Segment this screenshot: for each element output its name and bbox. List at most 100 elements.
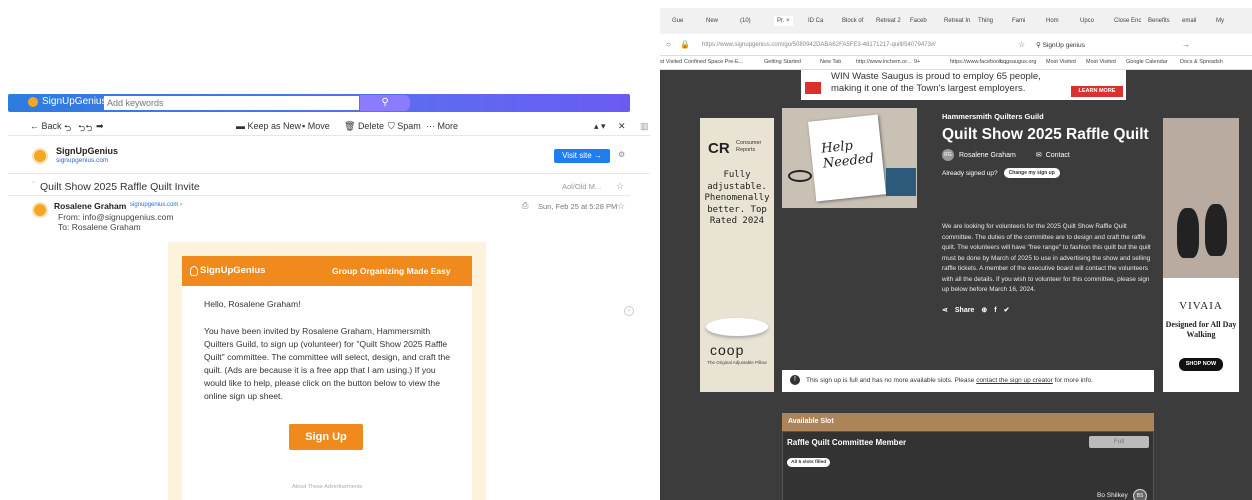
lock-icon: 🔒 xyxy=(680,40,690,49)
browser-tab[interactable]: Gue xyxy=(672,18,683,24)
browser-pane: Gue New (10) Pr. × ID Ca Block of Retreat 2 Fac… xyxy=(660,8,1252,500)
ad-banner[interactable]: WIN Waste Saugus is proud to employ 65 p… xyxy=(801,70,1126,100)
scroll-right-icon[interactable]: › xyxy=(624,306,634,316)
signup-title: Quilt Show 2025 Raffle Quilt xyxy=(942,126,1149,143)
facebook-icon[interactable]: f xyxy=(994,306,996,317)
left-ad-text: Fully adjustable. Phenomenally better. T… xyxy=(704,170,770,226)
share-label[interactable]: Share xyxy=(955,306,974,317)
keep-label: Keep as New xyxy=(247,121,302,131)
folder-label[interactable]: Aol/Old M... xyxy=(562,182,601,191)
search-button[interactable]: ⚲ xyxy=(360,95,410,111)
url-bar: ○ 🔒 https://www.signupgenius.com/go/5080… xyxy=(660,34,1252,56)
signup-page: WIN Waste Saugus is proud to employ 65 p… xyxy=(660,70,1252,500)
browser-tab[interactable]: My xyxy=(1216,18,1224,24)
back-button[interactable]: ← Back xyxy=(30,121,62,131)
email-pane: SignUpGenius ⚲ ← Back ⮌ ⮌⮌ ➡ ▬ Keep as N… xyxy=(8,94,650,500)
shoes-image xyxy=(1163,118,1239,278)
search-box[interactable]: ⚲ SignUp genius xyxy=(1032,38,1192,52)
back-nav-icon[interactable]: ○ xyxy=(666,40,671,49)
print-icon[interactable]: ⎙ xyxy=(522,201,528,211)
email-card-inner: SignUpGenius Group Organizing Made Easy … xyxy=(182,256,472,500)
browser-tab[interactable]: Hom xyxy=(1046,18,1059,24)
layout-icon[interactable]: ▥ xyxy=(640,121,649,132)
logo-icon xyxy=(28,96,38,107)
twitter-icon[interactable]: ✔ xyxy=(1004,306,1010,317)
message-star-icon[interactable]: ☆ xyxy=(617,201,625,212)
browser-tab[interactable]: (10) xyxy=(740,18,751,24)
unread-dot-icon: ° xyxy=(32,181,35,188)
browser-tab[interactable]: Thing xyxy=(978,18,993,24)
bookmark-item[interactable]: Confined Space Pre-E... xyxy=(684,59,743,65)
browser-tab[interactable]: Faceb xyxy=(910,18,927,24)
bookmark-item[interactable]: https://www.facebook... xyxy=(950,59,1007,65)
bookmarks-bar: st Visited Confined Space Pre-E... Getting… xyxy=(660,56,1252,70)
browser-tab[interactable]: Close Enc xyxy=(1114,18,1141,24)
keyword-search-input[interactable] xyxy=(104,96,359,110)
browser-tab[interactable]: Block of xyxy=(842,18,863,24)
pillow-image xyxy=(706,318,768,336)
banner-learn-more[interactable]: LEARN MORE xyxy=(1071,86,1123,97)
browser-tab[interactable]: Pr. × xyxy=(774,16,793,26)
lightbulb-icon xyxy=(190,265,198,276)
shoe-right xyxy=(1205,204,1227,256)
shop-now-button[interactable]: SHOP NOW xyxy=(1179,358,1223,371)
brand-logo[interactable]: SignUpGenius xyxy=(28,96,106,107)
search-icon: ⚲ xyxy=(381,97,389,108)
from-name[interactable]: Rosalene Graham xyxy=(54,201,126,211)
browser-tab[interactable]: New xyxy=(706,18,718,24)
pinterest-icon[interactable]: ⊕ xyxy=(981,306,987,317)
right-ad[interactable]: VIVAIA Designed for All Day Walking SHOP… xyxy=(1163,118,1239,392)
delete-button[interactable]: 🗑 Delete xyxy=(344,121,384,132)
reply-all-icon[interactable]: ⮌⮌ xyxy=(78,121,92,137)
visit-site-button[interactable]: Visit site → xyxy=(554,149,610,163)
bookmark-star-icon[interactable]: ☆ xyxy=(1018,40,1025,49)
contact-link[interactable]: Contact xyxy=(1046,152,1070,159)
slot-full-button[interactable]: Full xyxy=(1089,436,1149,448)
browser-tab[interactable]: Retreat In xyxy=(944,18,970,24)
close-icon[interactable]: ✕ xyxy=(618,121,626,132)
book-image xyxy=(886,168,916,196)
vivaia-logo: VIVAIA xyxy=(1179,300,1223,312)
change-signup-button[interactable]: Change my sign up xyxy=(1003,168,1060,178)
organizer-avatar: RG xyxy=(942,149,954,161)
reply-icon[interactable]: ⮌ xyxy=(64,121,71,137)
spam-button[interactable]: ⛉ Spam xyxy=(388,121,421,132)
share-icon: ⋖ xyxy=(942,306,948,314)
bookmark-item[interactable]: st Visited xyxy=(660,59,682,65)
bookmark-item[interactable]: Getting Started xyxy=(764,59,801,65)
from-domain-link[interactable]: signupgenius.com › xyxy=(130,202,182,208)
browser-tab[interactable]: Fami xyxy=(1012,18,1025,24)
more-button[interactable]: ··· More xyxy=(426,121,458,131)
bookmark-item[interactable]: Most Visited xyxy=(1046,59,1076,65)
forward-icon[interactable]: ➡ xyxy=(96,121,104,132)
bookmark-item[interactable]: http://www.inchem.or... xyxy=(856,59,911,65)
contact-creator-link[interactable]: contact the sign up creator xyxy=(976,377,1053,384)
move-button[interactable]: ▪ Move xyxy=(302,121,330,131)
keep-as-new-button[interactable]: ▬ Keep as New xyxy=(236,121,301,131)
bookmark-item[interactable]: Docs & Spreadsh xyxy=(1180,59,1223,65)
full-notice: ! This sign up is full and has no more a… xyxy=(782,370,1154,392)
bookmark-item[interactable]: New Tab xyxy=(820,59,841,65)
win-waste-logo xyxy=(805,82,821,94)
sign-up-button[interactable]: Sign Up xyxy=(289,424,363,450)
slot-row: Raffle Quilt Committee Member Full All 5… xyxy=(782,431,1154,500)
bookmark-item[interactable]: Google Calendar xyxy=(1126,59,1168,65)
star-icon[interactable]: ☆ xyxy=(616,181,624,192)
go-arrow-icon[interactable]: → xyxy=(1182,40,1190,49)
bookmark-item[interactable]: Most Visited xyxy=(1086,59,1116,65)
settings-icon[interactable]: ⚙ xyxy=(618,150,625,159)
bookmark-item[interactable]: 9+ xyxy=(914,59,920,65)
left-ad[interactable]: CR Consumer Reports Fully adjustable. Ph… xyxy=(700,118,774,392)
sender-domain[interactable]: signupgenius.com xyxy=(56,157,108,164)
right-ad-text: Designed for All Day Walking xyxy=(1165,320,1237,339)
address-input[interactable]: https://www.signupgenius.com/go/5080942D… xyxy=(702,42,936,48)
browser-tab[interactable]: email xyxy=(1182,18,1196,24)
sort-arrows-icon[interactable]: ▴ ▾ xyxy=(594,121,606,132)
full-note-text: This sign up is full and has no more ava… xyxy=(806,377,975,384)
browser-tab[interactable]: Benefits xyxy=(1148,18,1170,24)
email-card: SignUpGenius Group Organizing Made Easy … xyxy=(168,242,486,500)
browser-tab[interactable]: ID Ca xyxy=(808,18,823,24)
bookmark-item[interactable]: hqgsaugus.org xyxy=(1000,59,1036,65)
browser-tab[interactable]: Retreat 2 xyxy=(876,18,901,24)
browser-tab[interactable]: Upco xyxy=(1080,18,1094,24)
